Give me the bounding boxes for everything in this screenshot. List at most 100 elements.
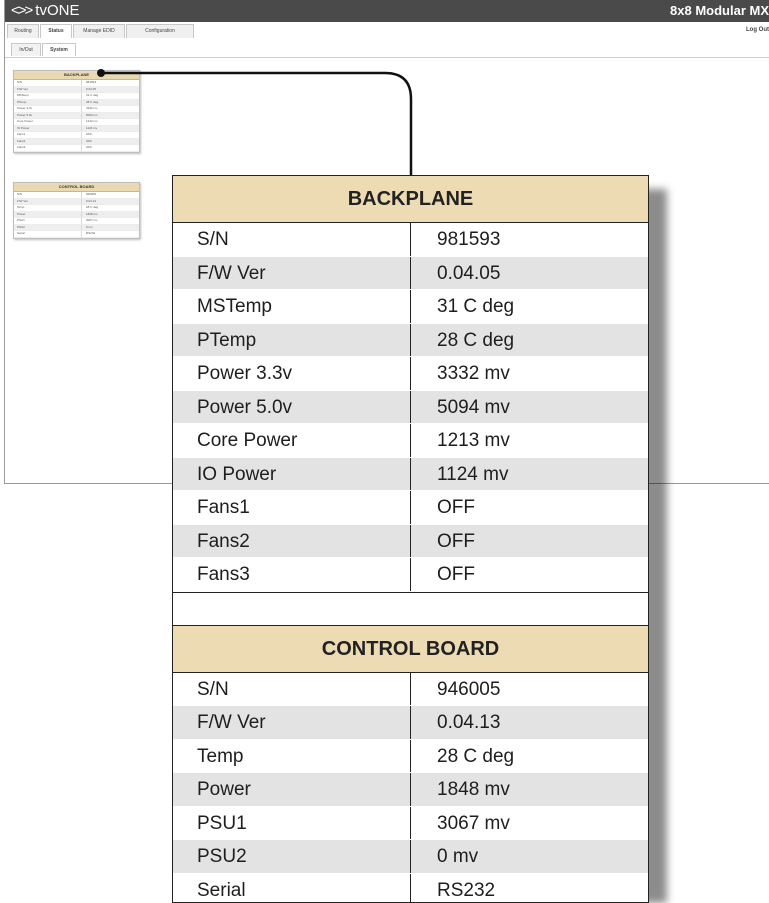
row-label: S/N (173, 672, 411, 705)
row-label: F/W Ver (14, 198, 82, 204)
row-value: OFF (86, 132, 92, 136)
row-value: RS232 (86, 231, 96, 235)
row-value: 0.04.13 (437, 712, 501, 733)
row-label: F/W Ver (14, 86, 82, 92)
row-label: PSU1 (173, 806, 411, 839)
mini-control-board-table: CONTROL BOARD S/N 946005 F/W Ver 0.04.13 Tem… (13, 182, 140, 239)
table-row: Fans3 OFF (14, 145, 139, 152)
row-value: 981593 (86, 80, 97, 84)
table-row: Power 1848 mv (173, 773, 648, 807)
row-value: 28 C deg (86, 99, 99, 104)
row-label: Fans1 (173, 491, 411, 524)
table-row: Serial RS232 (173, 873, 648, 902)
table-row: Temp 28 C deg (173, 739, 648, 773)
row-label: S/N (14, 192, 82, 198)
logo-mark-icon: <>> (11, 2, 33, 19)
control-board-title: CONTROL BOARD (173, 625, 648, 673)
row-value: 0.04.05 (437, 262, 501, 284)
row-label: Fans3 (173, 558, 411, 591)
row-label: F/W Ver (173, 256, 411, 289)
table-row: Fans1 OFF (173, 491, 648, 525)
row-value: 28 C deg (437, 745, 515, 767)
row-label: Temp (14, 205, 82, 211)
row-label: Fans3 (14, 145, 82, 151)
row-value: 5094 mv (86, 112, 98, 117)
mini-backplane-table: BACKPLANE S/N 981593 F/W Ver 0.04.05 MSTemp 3… (13, 70, 140, 153)
row-label: Core Power (173, 424, 411, 457)
row-label: MSTemp (14, 93, 82, 99)
row-value: 3067 mv (437, 812, 510, 834)
backplane-title: BACKPLANE (173, 176, 648, 223)
row-value: 28 C deg (437, 329, 515, 351)
tab-status[interactable]: Status (40, 24, 72, 38)
table-row: MSTemp 31 C deg (173, 290, 648, 324)
row-label: S/N (173, 223, 411, 256)
row-value: OFF (86, 145, 92, 149)
subtab-system[interactable]: System (42, 43, 76, 56)
row-value: 1848 mv (86, 211, 98, 216)
section-spacer (173, 591, 648, 626)
row-label: Fans1 (14, 132, 82, 138)
row-value: 3332 mv (86, 106, 98, 110)
mini-backplane-title: BACKPLANE (14, 71, 139, 80)
row-label: Power 3.3v (14, 106, 82, 112)
tab-configuration[interactable]: Configuration (126, 24, 194, 38)
table-row: PSU1 3067 mv (173, 806, 648, 840)
row-value: 946005 (86, 192, 97, 196)
row-label: PTemp (14, 99, 82, 105)
row-value: 31 C deg (437, 296, 515, 317)
table-row: F/W Ver 0.04.13 (173, 706, 648, 740)
row-label: PSU1 (14, 218, 82, 224)
table-row: PTemp 28 C deg (173, 323, 648, 357)
table-row: Power 3.3v 3332 mv (173, 357, 648, 391)
logout-link[interactable]: Log Out (746, 27, 769, 33)
tvone-logo: <>> tvONE (11, 3, 79, 19)
table-row: S/N 946005 (173, 672, 648, 706)
row-label: Power 3.3v (173, 357, 411, 390)
row-value: 981593 (437, 229, 501, 250)
row-label: PTemp (173, 323, 411, 356)
row-value: 31 C deg (86, 93, 99, 97)
subtab-divider (5, 57, 769, 58)
row-label: S/N (14, 80, 82, 86)
row-label: Core Power (14, 119, 82, 125)
row-label: Power (14, 211, 82, 217)
row-value: 1213 mv (437, 430, 510, 451)
backplane-table: S/N 981593 F/W Ver 0.04.05 MSTemp 31 C deg PTe… (173, 223, 648, 592)
tab-routing[interactable]: Routing (7, 24, 39, 38)
row-label: PSU2 (14, 224, 82, 230)
row-value: OFF (437, 564, 475, 585)
row-label: Serial (173, 873, 411, 902)
row-label: Power 5.0v (173, 390, 411, 423)
table-row: S/N 981593 (173, 223, 648, 257)
row-label: MSTemp (173, 290, 411, 323)
row-label: Power (173, 773, 411, 806)
row-value: 0 mv (86, 224, 93, 229)
row-value: 946005 (437, 678, 501, 700)
row-value: 1124 mv (86, 125, 98, 130)
title-bar: <>> tvONE 8x8 Modular MX (5, 0, 769, 22)
row-label: Fans2 (14, 138, 82, 144)
control-board-table: S/N 946005 F/W Ver 0.04.13 Temp 28 C deg Power… (173, 672, 648, 902)
row-value: 0.04.05 (86, 86, 97, 91)
row-label: Fans2 (173, 524, 411, 557)
tab-manage-edid[interactable]: Manage EDID (73, 24, 125, 38)
device-title: 8x8 Modular MX (670, 3, 769, 18)
row-value: 1124 mv (437, 463, 509, 485)
row-label: Temp (173, 739, 411, 772)
table-row: Core Power 1213 mv (173, 424, 648, 458)
table-row: F/W Ver 0.04.05 (173, 256, 648, 290)
row-value: 1848 mv (437, 779, 510, 800)
table-row: Serial RS232 (14, 231, 139, 238)
row-value: 0.04.13 (86, 198, 97, 203)
row-value: 28 C deg (86, 205, 99, 209)
row-label: F/W Ver (173, 706, 411, 739)
table-row: Power 5.0v 5094 mv (173, 390, 648, 424)
row-label: IO Power (173, 457, 411, 490)
row-value: 3067 mv (86, 218, 98, 222)
row-value: OFF (437, 497, 475, 518)
row-value: RS232 (437, 879, 496, 901)
table-row: IO Power 1124 mv (173, 457, 648, 491)
row-label: Serial (14, 231, 82, 237)
subtab-in-out[interactable]: In/Out (11, 43, 41, 56)
